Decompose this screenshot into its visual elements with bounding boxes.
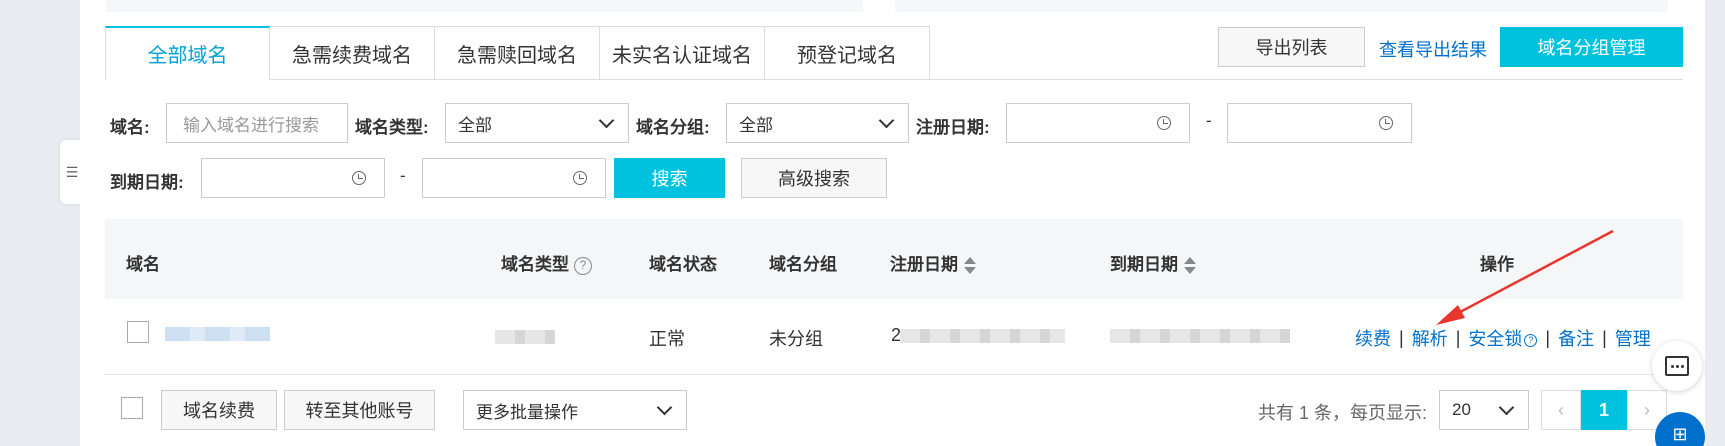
top-card-right: [895, 0, 1668, 12]
dns-resolve-link[interactable]: 解析: [1412, 325, 1448, 351]
manage-link[interactable]: 管理: [1615, 325, 1651, 351]
domain-type-value: 全部: [458, 115, 492, 135]
page-size-value: 20: [1452, 400, 1471, 419]
expire-date-range-separator: -: [400, 166, 406, 185]
security-lock-link[interactable]: 安全锁?: [1468, 325, 1538, 351]
batch-operations-label: 更多批量操作: [476, 402, 578, 422]
domain-filter-label: 域名:: [110, 118, 150, 137]
action-separator: |: [1399, 327, 1404, 348]
row-group: 未分组: [769, 329, 823, 349]
action-separator: |: [1602, 327, 1607, 348]
left-background: [0, 0, 80, 446]
action-separator: |: [1545, 327, 1551, 348]
tab-redemption-needed[interactable]: 急需赎回域名: [435, 26, 600, 80]
clock-icon: [1379, 116, 1393, 130]
row-status: 正常: [649, 329, 685, 349]
domain-group-value: 全部: [739, 115, 773, 135]
col-actions: 操作: [1480, 255, 1514, 274]
col-domain-group: 域名分组: [769, 255, 837, 274]
apps-icon: ⊞: [1672, 424, 1688, 444]
col-expire-date-label: 到期日期: [1110, 255, 1178, 274]
expire-date-end-input[interactable]: [422, 158, 606, 198]
col-domain-type-label: 域名类型: [501, 255, 569, 274]
chat-float-button[interactable]: [1652, 341, 1702, 391]
domain-type-redacted: [495, 330, 555, 344]
clock-icon: [573, 171, 587, 185]
security-lock-label: 安全锁: [1468, 329, 1523, 349]
clock-icon: [1157, 116, 1171, 130]
domain-tabs: 全部域名 急需续费域名 急需赎回域名 未实名认证域名 预登记域名: [105, 26, 930, 80]
current-page-button[interactable]: 1: [1581, 390, 1627, 430]
domain-type-select[interactable]: 全部: [445, 103, 629, 143]
action-separator: |: [1455, 327, 1461, 348]
tab-all-domains[interactable]: 全部域名: [105, 26, 270, 80]
col-reg-date-label: 注册日期: [890, 255, 958, 274]
transfer-account-button[interactable]: 转至其他账号: [284, 390, 435, 430]
sort-icon[interactable]: [1184, 256, 1196, 275]
list-icon: ☰: [65, 163, 79, 180]
expire-date-start-input[interactable]: [201, 158, 385, 198]
sort-icon[interactable]: [964, 256, 976, 275]
expire-date-redacted: [1110, 329, 1290, 343]
remark-link[interactable]: 备注: [1558, 325, 1594, 351]
reg-date-redacted: [900, 329, 1065, 343]
col-expire-date[interactable]: 到期日期: [1110, 250, 1196, 275]
domain-group-label: 域名分组:: [636, 118, 710, 137]
reg-date-end-input[interactable]: [1227, 103, 1412, 143]
help-icon[interactable]: ?: [1524, 334, 1538, 347]
view-export-results-link[interactable]: 查看导出结果: [1379, 36, 1487, 62]
chat-icon: [1665, 356, 1689, 376]
row-actions: 续费 | 解析 | 安全锁? | 备注 | 管理: [1355, 325, 1651, 351]
chevron-down-icon: [878, 112, 895, 128]
clock-icon: [352, 171, 366, 185]
prev-page-button[interactable]: ‹: [1541, 390, 1581, 430]
row-checkbox[interactable]: [127, 321, 149, 343]
domain-group-manage-button[interactable]: 域名分组管理: [1500, 27, 1683, 67]
reg-date-label: 注册日期:: [916, 118, 990, 137]
page-size-select[interactable]: 20: [1439, 390, 1529, 430]
renew-link[interactable]: 续费: [1355, 325, 1391, 351]
select-all-checkbox[interactable]: [121, 397, 143, 419]
chevron-down-icon: [656, 399, 673, 415]
col-reg-date[interactable]: 注册日期: [890, 250, 976, 275]
batch-renew-button[interactable]: 域名续费: [161, 390, 277, 430]
right-background: [1705, 0, 1725, 446]
reg-date-range-separator: -: [1206, 111, 1212, 130]
col-domain-type: 域名类型?: [501, 250, 592, 275]
tab-renewal-needed[interactable]: 急需续费域名: [270, 26, 435, 80]
domain-name-redacted[interactable]: [165, 327, 270, 341]
expire-date-label: 到期日期:: [110, 173, 184, 192]
col-domain: 域名: [126, 255, 160, 274]
domain-search-input[interactable]: 输入域名进行搜索: [166, 103, 348, 143]
chevron-down-icon: [598, 112, 615, 128]
reg-date-start-input[interactable]: [1006, 103, 1190, 143]
tab-preregistered[interactable]: 预登记域名: [765, 26, 930, 80]
col-domain-status: 域名状态: [649, 255, 717, 274]
search-button[interactable]: 搜索: [614, 158, 725, 198]
pagination-total: 共有 1 条，每页显示:: [1258, 403, 1428, 423]
domain-type-label: 域名类型:: [355, 118, 429, 137]
export-list-button[interactable]: 导出列表: [1218, 27, 1365, 67]
help-icon[interactable]: ?: [574, 256, 592, 275]
domain-group-select[interactable]: 全部: [726, 103, 909, 143]
top-card-left: [106, 0, 863, 12]
batch-operations-select[interactable]: 更多批量操作: [463, 390, 687, 430]
chevron-down-icon: [1498, 399, 1515, 415]
row-divider: [105, 374, 1683, 375]
tab-unverified[interactable]: 未实名认证域名: [600, 26, 765, 80]
advanced-search-button[interactable]: 高级搜索: [741, 158, 887, 198]
